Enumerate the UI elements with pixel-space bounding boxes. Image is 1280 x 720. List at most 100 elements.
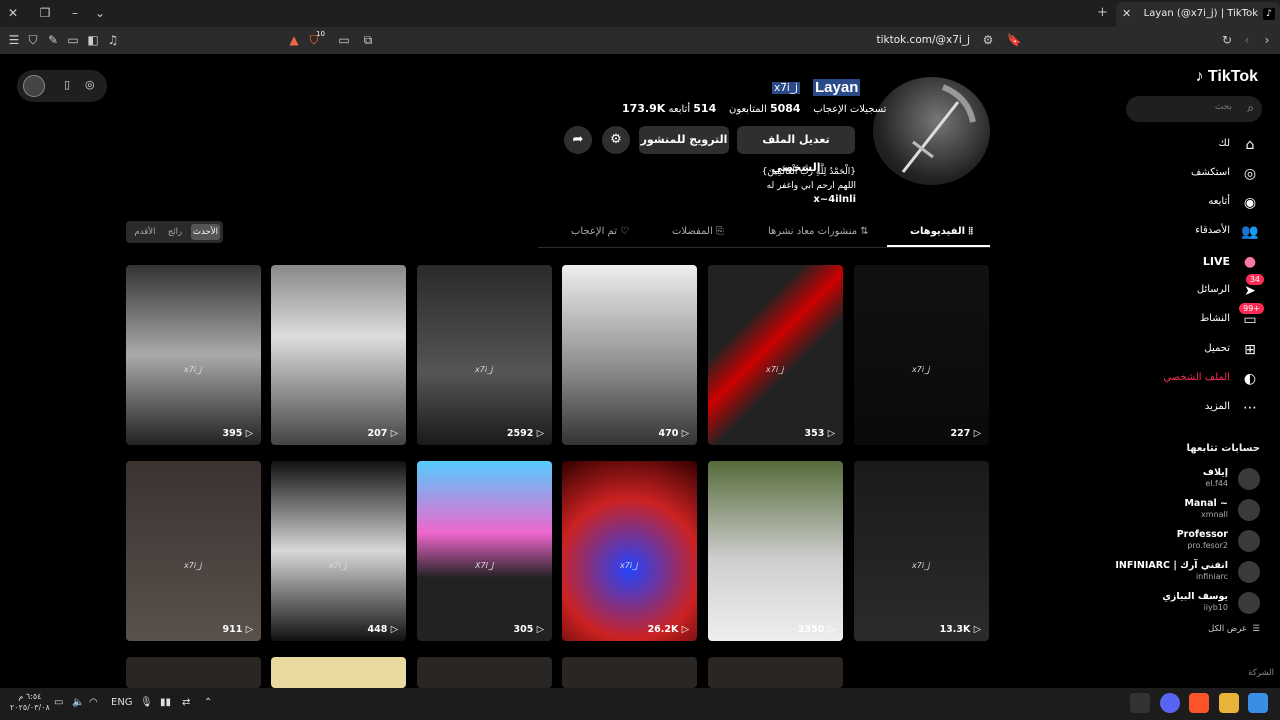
clock[interactable]: ٦:٥٤ م ٢٠٢٥/٠٣/٠٨ xyxy=(10,691,50,713)
followed-account[interactable]: Professor pro.fesor2 xyxy=(1120,528,1260,556)
video-card[interactable]: x7i_j 911 ▷ xyxy=(126,461,261,641)
music-icon[interactable]: ♫ xyxy=(105,32,121,48)
address-bar[interactable]: ▲ ⛉ 10 ▭ ⧉ tiktok.com/@x7i_j ⚙ 🔖 xyxy=(278,30,1030,51)
start-menu-icon[interactable] xyxy=(1248,693,1268,713)
device-icon[interactable]: ▯ xyxy=(64,78,70,91)
discord-icon[interactable] xyxy=(1160,693,1180,713)
menu-icon[interactable]: ☰ xyxy=(6,32,22,48)
followed-account[interactable]: يوسف البيازي iiyb10 xyxy=(1120,590,1260,618)
video-card[interactable]: x7i_j 395 ▷ xyxy=(126,265,261,445)
video-card[interactable]: 470 ▷ xyxy=(562,265,697,445)
edit-profile-button[interactable]: تعديل الملف الشخصي xyxy=(737,126,855,174)
restore-window-icon[interactable]: ❐ xyxy=(36,4,54,22)
video-watermark: x7i_j xyxy=(475,365,494,374)
close-window-icon[interactable]: ✕ xyxy=(4,4,22,22)
sort-latest[interactable]: الأحدث xyxy=(191,224,220,240)
followed-account[interactable]: Manal ~ xmnall xyxy=(1120,497,1260,525)
battery-icon[interactable]: ▭ xyxy=(54,697,63,708)
back-icon[interactable]: ‹ xyxy=(1239,32,1255,48)
sidebar-item-compass[interactable]: استكشف ◎ xyxy=(1130,163,1260,185)
followed-account[interactable]: إيلاف el.f44 xyxy=(1120,466,1260,494)
extensions-icon[interactable]: ✎ xyxy=(45,32,61,48)
minimize-window-icon[interactable]: – xyxy=(66,4,84,22)
brave-browser-icon[interactable] xyxy=(1189,693,1209,713)
video-card[interactable]: X7I_J 305 ▷ xyxy=(417,461,552,641)
compass-icon[interactable]: ◎ xyxy=(85,78,95,91)
sidebar-item-friends[interactable]: الأصدقاء 👥 xyxy=(1130,221,1260,243)
home-icon: ⌂ xyxy=(1245,137,1255,153)
video-card[interactable]: x7i_j 353 ▷ xyxy=(708,265,843,445)
site-settings-icon[interactable]: ⚙ xyxy=(980,32,996,48)
wifi-icon[interactable]: ◠ xyxy=(89,697,98,708)
sidebar-item-more[interactable]: المزيد ⋯ xyxy=(1130,397,1260,419)
video-card[interactable]: x7i_j 448 ▷ xyxy=(271,461,406,641)
followers-count[interactable]: 5084 xyxy=(770,102,801,115)
bookmark-icon[interactable]: 🔖 xyxy=(1006,32,1022,48)
sidebar-item-label: الملف الشخصي xyxy=(1163,372,1230,383)
promote-post-button[interactable]: الترويج للمنشور xyxy=(639,126,729,154)
search-input[interactable]: بحث ⌕ xyxy=(1126,96,1262,122)
microphone-icon[interactable]: 🎙 xyxy=(140,697,153,708)
file-explorer-icon[interactable] xyxy=(1219,693,1239,713)
settings-icon[interactable]: ⚙ xyxy=(602,126,630,154)
translate-icon[interactable]: ⧉ xyxy=(360,32,376,48)
company-link[interactable]: الشركة xyxy=(1248,668,1274,678)
browser-tab[interactable]: ✕ Layan (@x7i_j) | TikTok ♪ xyxy=(1116,2,1280,27)
cast-icon[interactable]: ▭ xyxy=(336,32,352,48)
sidebar-item-activity[interactable]: النشاط ▭ 99+ xyxy=(1130,303,1264,331)
share-icon[interactable]: ➦ xyxy=(564,126,592,154)
audio-levels-icon[interactable]: ▮▮ xyxy=(160,697,171,708)
sidebar-item-profile[interactable]: الملف الشخصي ◐ xyxy=(1130,368,1260,390)
sidebar-item-live[interactable]: LIVE ● xyxy=(1130,251,1260,273)
wallet-icon[interactable]: ▭ xyxy=(65,32,81,48)
bio-line-3: x~4ilnli xyxy=(813,194,856,205)
tab-reposts[interactable]: منشورات معاد نشرها ⇅ xyxy=(768,226,869,237)
widget-avatar[interactable] xyxy=(23,75,45,97)
sort-oldest[interactable]: الأقدم xyxy=(130,224,160,240)
see-all-link[interactable]: عرض الكل ☰ xyxy=(1208,624,1260,634)
video-card[interactable] xyxy=(708,657,843,688)
profile-avatar[interactable] xyxy=(873,77,990,185)
forward-icon[interactable]: › xyxy=(1259,32,1275,48)
video-card[interactable] xyxy=(271,657,406,688)
following-count[interactable]: 514 xyxy=(693,102,716,115)
sidebar-item-home[interactable]: لك ⌂ xyxy=(1130,134,1260,156)
brave-rewards-icon[interactable]: ▲ xyxy=(286,32,302,48)
reload-icon[interactable]: ↻ xyxy=(1219,32,1235,48)
search-icon[interactable]: ⌕ xyxy=(1247,101,1254,116)
new-tab-button[interactable]: + xyxy=(1097,5,1108,20)
sidebar-item-following[interactable]: أتابعه ◉ xyxy=(1130,192,1260,214)
view-count: 353 ▷ xyxy=(805,428,835,439)
video-card[interactable]: x7i_j 227 ▷ xyxy=(854,265,989,445)
video-card[interactable]: x7i_j 13.3K ▷ xyxy=(854,461,989,641)
tray-chevron-up-icon[interactable]: ⌃ xyxy=(204,697,212,708)
followed-account[interactable]: INFINIARC | انفني آرك infiniarc xyxy=(1115,559,1260,587)
transfer-icon[interactable]: ⇄ xyxy=(182,697,190,708)
tiktok-logo[interactable]: ♪ TikTok xyxy=(1195,68,1258,86)
video-card[interactable]: 2350 ▷ xyxy=(708,461,843,641)
shield-icon[interactable]: ⛉ xyxy=(25,32,41,48)
tab-list-chevron-icon[interactable]: ⌄ xyxy=(91,4,109,22)
app-icon-1[interactable] xyxy=(1130,693,1150,713)
tab-liked[interactable]: تم الإعجاب ♡ xyxy=(571,226,629,237)
sidebar-toggle-icon[interactable]: ◧ xyxy=(85,32,101,48)
tab-videos[interactable]: الفيديوهات ⦙⦙ xyxy=(910,226,973,237)
followers-label[interactable]: المتابعون xyxy=(729,104,767,115)
video-card[interactable] xyxy=(126,657,261,688)
close-tab-icon[interactable]: ✕ xyxy=(1122,7,1131,20)
tab-favorites[interactable]: المفضلات ⎘ xyxy=(672,226,724,237)
following-label[interactable]: أتابعه xyxy=(669,104,691,115)
sort-popular[interactable]: رائج xyxy=(162,224,188,240)
video-card[interactable]: 207 ▷ xyxy=(271,265,406,445)
video-watermark: x7i_j xyxy=(912,365,931,374)
video-card[interactable] xyxy=(417,657,552,688)
sidebar-item-upload[interactable]: تحميل ⊞ xyxy=(1130,339,1260,361)
video-card[interactable] xyxy=(562,657,697,688)
video-card[interactable]: x7i_j 26.2K ▷ xyxy=(562,461,697,641)
video-card[interactable]: x7i_j 2592 ▷ xyxy=(417,265,552,445)
view-count: 2592 ▷ xyxy=(507,428,544,439)
language-indicator[interactable]: ENG xyxy=(111,697,133,708)
play-icon: ▷ xyxy=(681,624,689,635)
volume-icon[interactable]: 🔈 xyxy=(72,697,84,708)
sidebar-item-messages[interactable]: الرسائل ➤ 34 xyxy=(1130,274,1264,302)
